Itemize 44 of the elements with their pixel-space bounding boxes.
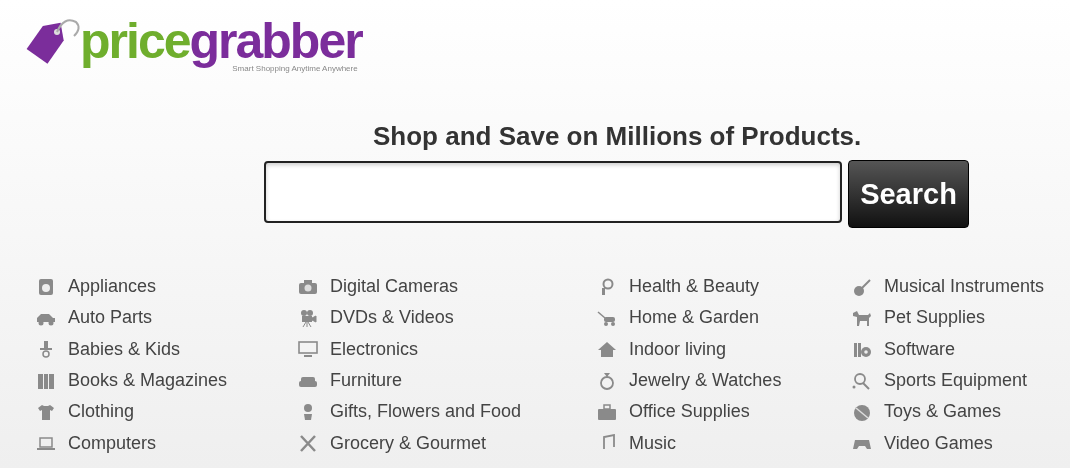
category-link[interactable]: Computers [68, 432, 157, 454]
film-camera-icon [298, 308, 318, 327]
category-link[interactable]: Jewelry & Watches [629, 370, 782, 392]
category-link[interactable]: Grocery & Gourmet [330, 432, 487, 454]
category-link[interactable]: Pet Supplies [884, 307, 986, 329]
laptop-icon [36, 434, 56, 453]
lawn-mower-icon [597, 308, 617, 327]
category-link[interactable]: Music [629, 432, 676, 454]
category-link[interactable]: Home & Garden [629, 307, 760, 329]
software-box-icon [852, 340, 872, 359]
category-link[interactable]: DVDs & Videos [330, 307, 454, 329]
category-link[interactable]: Software [884, 338, 956, 360]
search-field[interactable] [264, 161, 842, 223]
ring-icon [597, 371, 617, 390]
washer-icon [36, 277, 56, 296]
category-link[interactable]: Appliances [68, 276, 157, 298]
headline: Shop and Save on Millions of Products. [372, 121, 863, 151]
category-link[interactable]: Office Supplies [629, 401, 750, 423]
category-link[interactable]: Furniture [330, 370, 403, 392]
category-link[interactable]: Musical Instruments [884, 276, 1045, 298]
category-link[interactable]: Indoor living [629, 338, 727, 360]
category-link[interactable]: Sports Equipment [884, 370, 1028, 392]
books-icon [36, 371, 56, 390]
category-link[interactable]: Electronics [330, 338, 419, 360]
house-icon [597, 340, 617, 359]
ball-icon [852, 402, 872, 421]
briefcase-icon [597, 402, 617, 421]
category-link[interactable]: Gifts, Flowers and Food [330, 401, 522, 423]
logo-tagline: Smart Shopping Anytime Anywhere [232, 64, 358, 73]
dog-icon [852, 308, 872, 327]
guitar-icon [852, 277, 872, 296]
category-link[interactable]: Health & Beauty [629, 276, 760, 298]
category-link[interactable]: Babies & Kids [68, 338, 181, 360]
camera-icon [298, 277, 318, 296]
shirt-icon [36, 402, 56, 421]
category-link[interactable]: Auto Parts [68, 307, 153, 329]
category-link[interactable]: Digital Cameras [330, 276, 459, 298]
category-link[interactable]: Toys & Games [884, 401, 1002, 423]
monitor-icon [298, 340, 318, 359]
racket-icon [852, 371, 872, 390]
search-button[interactable]: Search [848, 160, 969, 228]
category-link[interactable]: Books & Magazines [68, 370, 228, 392]
category-link[interactable]: Clothing [68, 401, 135, 423]
category-link[interactable]: Video Games [884, 432, 993, 454]
